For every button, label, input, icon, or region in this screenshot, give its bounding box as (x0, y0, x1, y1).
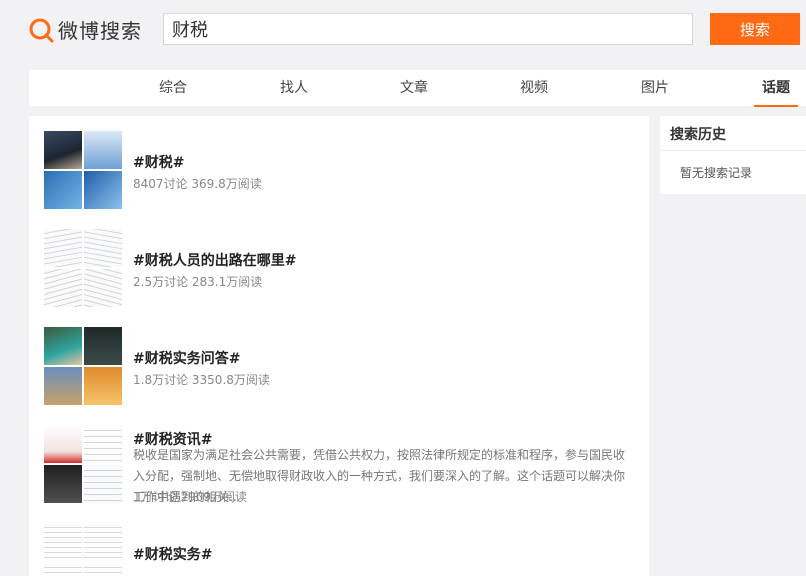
topic-thumbnail[interactable] (44, 523, 122, 576)
topic-stats: 1.8万讨论 3350.8万阅读 (133, 373, 270, 387)
search-input[interactable] (163, 13, 693, 45)
result-type-tabs: 综合 找人 文章 视频 图片 话题 (29, 70, 806, 107)
topic-thumbnail[interactable] (44, 131, 122, 209)
tab-images[interactable]: 图片 (641, 70, 669, 106)
topic-thumbnail[interactable] (44, 425, 122, 503)
search-history-title: 搜索历史 (670, 127, 726, 143)
topic-results-list: #财税# 8407讨论 369.8万阅读 #财税人员的出路在哪里# 2.5万讨论… (29, 116, 649, 576)
divider (660, 150, 806, 151)
topic-title[interactable]: #财税实务问答# (133, 348, 240, 368)
topic-thumbnail[interactable] (44, 327, 122, 405)
topic-stats: 2.5万讨论 283.1万阅读 (133, 275, 263, 289)
search-history-empty: 暂无搜索记录 (680, 166, 753, 180)
topic-stats: 8407讨论 369.8万阅读 (133, 177, 262, 191)
topic-stats: 1万讨论 2909万阅读 (133, 490, 247, 504)
topic-thumbnail[interactable] (44, 229, 122, 307)
tab-people[interactable]: 找人 (280, 70, 308, 106)
tab-articles[interactable]: 文章 (400, 70, 428, 106)
search-logo-icon (29, 18, 54, 42)
search-button[interactable]: 搜索 (710, 13, 800, 45)
tab-topics[interactable]: 话题 (754, 70, 798, 107)
header: 微博搜索 搜索 (0, 0, 806, 60)
logo-text: 微博搜索 (58, 19, 142, 43)
search-history-panel: 搜索历史 暂无搜索记录 (660, 116, 806, 194)
tab-videos[interactable]: 视频 (520, 70, 548, 106)
topic-title[interactable]: #财税# (133, 152, 184, 172)
weibo-search-logo[interactable]: 微博搜索 (28, 15, 142, 44)
topic-title[interactable]: #财税实务# (133, 544, 212, 564)
topic-title[interactable]: #财税人员的出路在哪里# (133, 250, 296, 270)
tab-comprehensive[interactable]: 综合 (159, 70, 187, 106)
